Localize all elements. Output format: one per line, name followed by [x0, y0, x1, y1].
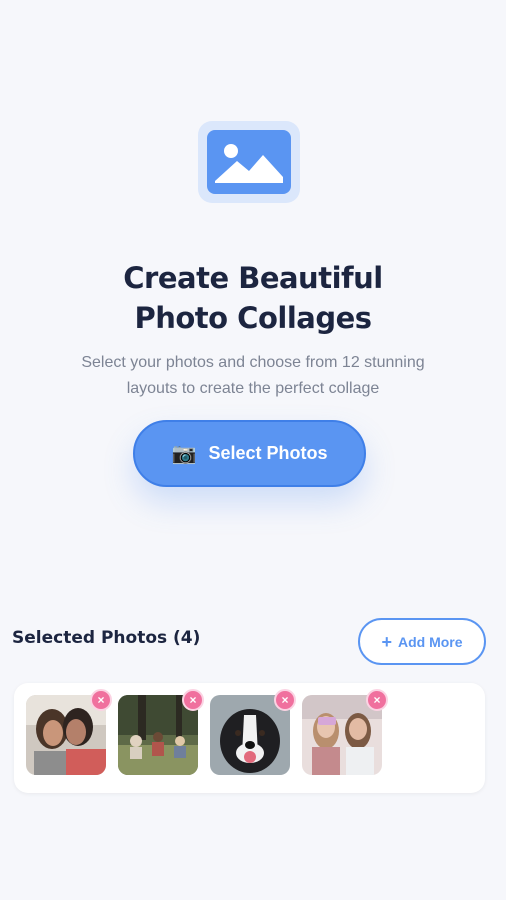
- photo-thumbnail[interactable]: ×: [118, 689, 204, 775]
- title-line-2: Photo Collages: [134, 301, 372, 335]
- remove-photo-button[interactable]: ×: [366, 689, 388, 711]
- close-icon: ×: [373, 693, 381, 707]
- close-icon: ×: [281, 693, 289, 707]
- close-icon: ×: [97, 693, 105, 707]
- selected-photos-card: × × × ×: [14, 683, 485, 793]
- subtitle-line-2: layouts to create the perfect collage: [126, 380, 380, 397]
- add-more-label: Add More: [397, 633, 463, 650]
- plus-icon: +: [381, 631, 392, 652]
- close-icon: ×: [189, 693, 197, 707]
- photo-thumbnail[interactable]: ×: [26, 689, 112, 775]
- remove-photo-button[interactable]: ×: [90, 689, 112, 711]
- selected-photos-title: Selected Photos (4): [12, 628, 201, 648]
- photo-thumbnail[interactable]: ×: [210, 689, 296, 775]
- remove-photo-button[interactable]: ×: [182, 689, 204, 711]
- page-title: Create Beautiful Photo Collages: [0, 258, 506, 338]
- hero-image-icon: [198, 121, 300, 203]
- subtitle-line-1: Select your photos and choose from 12 st…: [81, 354, 425, 371]
- select-photos-label: Select Photos: [208, 443, 328, 463]
- page-subtitle: Select your photos and choose from 12 st…: [40, 350, 466, 402]
- add-more-button[interactable]: + Add More: [358, 618, 486, 665]
- photo-thumbnail[interactable]: ×: [302, 689, 388, 775]
- camera-icon: 📷: [171, 443, 197, 465]
- image-icon: [215, 144, 283, 183]
- title-line-1: Create Beautiful: [123, 261, 383, 295]
- select-photos-button[interactable]: 📷 Select Photos: [133, 420, 366, 487]
- remove-photo-button[interactable]: ×: [274, 689, 296, 711]
